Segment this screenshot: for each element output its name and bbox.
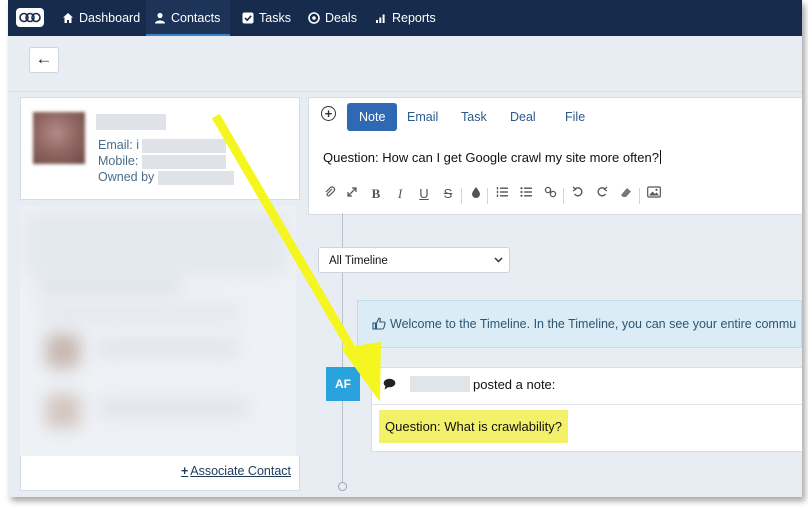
associate-contact-bar: + Associate Contact: [20, 456, 300, 491]
app-window: Dashboard Contacts Tasks Deals Reports ←…: [8, 0, 802, 497]
divider: [8, 91, 802, 92]
italic-icon[interactable]: I: [391, 186, 409, 202]
comment-bubble-icon: [383, 378, 396, 393]
tab-note[interactable]: Note: [347, 103, 398, 131]
note-text-value: Question: How can I get Google crawl my …: [323, 150, 659, 165]
link-icon[interactable]: [541, 186, 559, 201]
back-button[interactable]: ←: [29, 47, 59, 73]
bullet-list-icon[interactable]: [517, 186, 535, 201]
expand-icon[interactable]: [343, 186, 361, 201]
top-navbar: Dashboard Contacts Tasks Deals Reports: [8, 0, 802, 37]
note-card-header: posted a note:: [372, 368, 802, 405]
contact-email-row: Email: i: [98, 138, 227, 153]
nav-deals-label: Deals: [325, 11, 357, 25]
email-redacted: [142, 138, 227, 153]
associate-contact-label: Associate Contact: [190, 464, 291, 478]
bold-icon[interactable]: B: [367, 186, 385, 202]
paperclip-icon[interactable]: [321, 186, 339, 201]
blurred-details-panel: [20, 206, 296, 456]
tab-task[interactable]: Task: [449, 103, 499, 131]
eraser-icon[interactable]: [617, 186, 635, 201]
thumbs-up-icon: [372, 317, 386, 330]
timeline-end-dot: [338, 482, 347, 491]
redo-icon[interactable]: [593, 186, 611, 201]
plus-icon: +: [180, 464, 189, 478]
contact-card: Email: i Mobile: Owned by: [20, 97, 300, 200]
home-icon: [63, 13, 73, 23]
nav-reports-label: Reports: [392, 11, 436, 25]
sub-toolbar: [8, 36, 802, 92]
timeline-welcome-banner: Welcome to the Timeline. In the Timeline…: [357, 300, 802, 348]
timeline-filter-value: All Timeline: [329, 255, 388, 267]
nav-dashboard-label: Dashboard: [79, 11, 141, 25]
chevron-down-icon: [494, 248, 503, 274]
note-text-input[interactable]: Question: How can I get Google crawl my …: [323, 150, 661, 165]
target-icon: [308, 12, 320, 24]
owned-label: Owned by: [98, 170, 155, 184]
nav-dashboard[interactable]: Dashboard: [54, 0, 150, 34]
email-label: Email: i: [98, 138, 139, 152]
nav-tasks-label: Tasks: [259, 11, 291, 25]
contact-mobile-row: Mobile:: [98, 154, 226, 169]
avatar: [33, 112, 85, 164]
undo-icon[interactable]: [569, 186, 587, 201]
nav-tasks[interactable]: Tasks: [234, 0, 301, 34]
nav-deals[interactable]: Deals: [300, 0, 367, 34]
image-icon[interactable]: [645, 186, 663, 201]
note-content-highlight: Question: What is crawlability?: [379, 410, 569, 443]
bar-chart-icon: [376, 14, 385, 23]
mobile-redacted: [141, 154, 226, 169]
checkbox-icon: [242, 12, 254, 24]
nav-contacts-label: Contacts: [171, 11, 221, 25]
author-avatar-badge[interactable]: AF: [326, 367, 360, 401]
timeline-note-card: posted a note: Question: What is crawlab…: [371, 367, 802, 452]
poster-name-redacted: [410, 376, 470, 392]
back-arrow-icon: ←: [35, 49, 53, 68]
associate-contact-link[interactable]: + Associate Contact: [181, 464, 291, 478]
contact-owner-row: Owned by: [98, 170, 234, 185]
owner-redacted: [157, 170, 234, 185]
person-icon: [155, 12, 165, 24]
nav-reports[interactable]: Reports: [367, 0, 446, 34]
timeline-filter-select[interactable]: All Timeline: [318, 247, 510, 273]
app-logo[interactable]: [16, 8, 44, 27]
color-drop-icon[interactable]: [467, 186, 485, 201]
add-circle-icon[interactable]: +: [321, 106, 336, 121]
note-editor: + Note Email Task Deal File Question: Ho…: [308, 97, 802, 215]
strikethrough-icon[interactable]: S: [439, 186, 457, 201]
tab-file[interactable]: File: [553, 103, 597, 131]
contact-name-redacted: [96, 114, 166, 130]
ordered-list-icon[interactable]: [493, 186, 511, 201]
tab-email[interactable]: Email: [395, 103, 450, 131]
tab-deal[interactable]: Deal: [498, 103, 548, 131]
underline-icon[interactable]: U: [415, 186, 433, 201]
mobile-label: Mobile:: [98, 154, 139, 168]
welcome-text: Welcome to the Timeline. In the Timeline…: [390, 317, 797, 331]
nav-contacts[interactable]: Contacts: [146, 0, 231, 37]
posted-note-text: posted a note:: [473, 377, 556, 392]
